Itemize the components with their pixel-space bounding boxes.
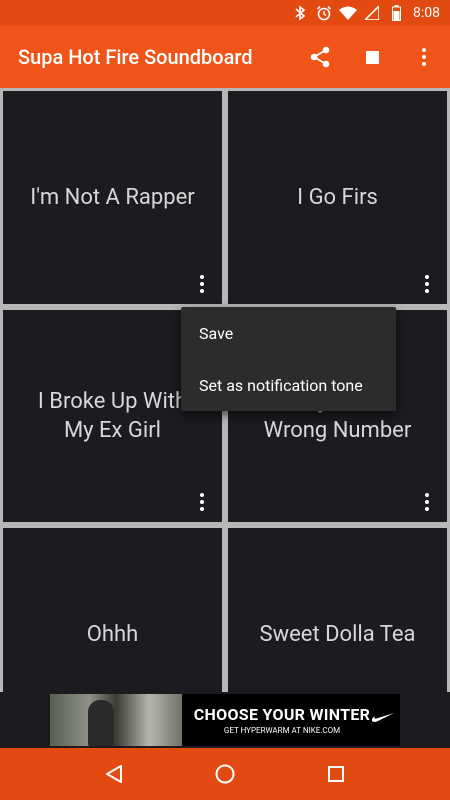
nike-swoosh-icon [371,708,394,727]
overflow-menu-icon[interactable] [398,26,450,88]
battery-icon [387,4,405,22]
ad-subline: GET HYPERWARM AT NIKE.COM [223,726,341,735]
signal-icon [363,4,381,22]
ad-text: CHOOSE YOUR WINTER GET HYPERWARM AT NIKE… [182,694,400,746]
sound-tile-i-go-firs[interactable]: I Go Firs [228,91,447,304]
ad-headline: CHOOSE YOUR WINTER [193,705,371,724]
navigation-bar [0,748,450,800]
menu-item-label: Set as notification tone [199,375,363,395]
stop-icon[interactable] [346,26,398,88]
tile-label: Ohhh [86,622,139,647]
ad-photo [50,694,182,746]
ad-person-image [88,700,114,746]
recents-icon[interactable] [316,754,356,794]
alarm-icon [315,4,333,22]
app-bar: Supa Hot Fire Soundboard [0,26,450,88]
status-time: 8:08 [413,5,440,21]
menu-item-label: Save [199,323,234,343]
share-icon[interactable] [294,26,346,88]
context-menu: Save Set as notification tone [181,307,396,411]
more-options-icon[interactable] [419,272,435,296]
app-title: Supa Hot Fire Soundboard [18,45,253,69]
menu-item-set-notification-tone[interactable]: Set as notification tone [181,359,396,411]
sound-tile-sweet-dolla-tea[interactable]: Sweet Dolla Tea [228,528,447,692]
tile-label: I Go Firs [297,185,378,210]
sound-tile-ohhh[interactable]: Ohhh [3,528,222,692]
more-options-icon[interactable] [194,490,210,514]
more-options-icon[interactable] [194,272,210,296]
back-icon[interactable] [94,754,134,794]
wifi-icon [339,4,357,22]
home-icon[interactable] [205,754,245,794]
menu-item-save[interactable]: Save [181,307,396,359]
tile-label: Sweet Dolla Tea [259,622,416,647]
ad-banner[interactable]: CHOOSE YOUR WINTER GET HYPERWARM AT NIKE… [50,694,400,746]
ad-bar: CHOOSE YOUR WINTER GET HYPERWARM AT NIKE… [0,692,450,748]
tile-label: I'm Not A Rapper [30,185,195,210]
sound-tile-im-not-a-rapper[interactable]: I'm Not A Rapper [3,91,222,304]
more-options-icon[interactable] [419,490,435,514]
tile-label: I Broke Up With My Ex Girl [37,389,188,443]
bluetooth-icon [291,4,309,22]
status-bar: 8:08 [0,0,450,26]
